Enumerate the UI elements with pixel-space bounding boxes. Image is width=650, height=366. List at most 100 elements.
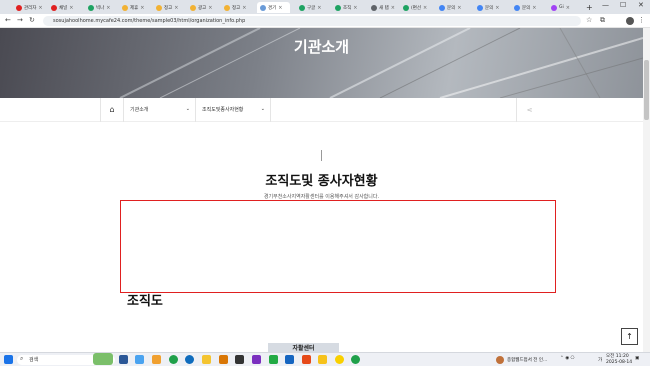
app-icon[interactable]: [152, 355, 161, 364]
tab-favicon-icon: [16, 4, 22, 11]
minimize-button[interactable]: —: [602, 1, 609, 9]
browser-tab[interactable]: Gi ×: [548, 2, 581, 13]
extensions-icon[interactable]: ⧉: [600, 16, 605, 25]
app-icon[interactable]: [318, 355, 327, 364]
tab-close-icon[interactable]: ×: [353, 5, 357, 11]
tab-close-icon[interactable]: ×: [423, 5, 427, 11]
tab-label: 제휴: [130, 5, 139, 11]
tab-label: 새 탭: [379, 5, 389, 11]
url-field[interactable]: sosujahoolhome.mycafe24.com/theme/sample…: [43, 16, 581, 26]
tab-close-icon[interactable]: ×: [242, 5, 246, 11]
clock-date: 2025-08-14: [606, 360, 633, 365]
tab-favicon-icon: [156, 4, 162, 11]
edge-icon[interactable]: [185, 355, 194, 364]
highlight-box: [120, 200, 556, 293]
browser-tab[interactable]: 채널 ×: [48, 2, 81, 13]
folder-icon[interactable]: [202, 355, 211, 364]
tab-favicon-icon: [51, 4, 57, 11]
tab-close-icon[interactable]: ×: [495, 5, 499, 11]
close-button[interactable]: ✕: [638, 1, 644, 9]
browser-tab[interactable]: 구글 ×: [296, 2, 329, 13]
chevron-down-icon: ⌄: [185, 106, 190, 112]
browser-tab[interactable]: 조직 ×: [332, 2, 365, 13]
tab-label: 문의: [485, 5, 494, 11]
tab-close-icon[interactable]: ×: [69, 5, 73, 11]
scrollbar[interactable]: [643, 28, 650, 352]
reload-icon[interactable]: ↻: [29, 16, 35, 24]
tab-favicon-icon: [122, 4, 128, 11]
section-title: 조직도및 종사자현황: [265, 174, 378, 189]
home-icon[interactable]: ⌂: [100, 98, 124, 122]
tab-favicon-icon: [224, 4, 230, 11]
tab-close-icon[interactable]: ×: [532, 5, 536, 11]
browser-tab[interactable]: 경기 ×: [257, 2, 290, 13]
tab-close-icon[interactable]: ×: [278, 5, 282, 11]
chrome-icon[interactable]: [169, 355, 178, 364]
app-icon[interactable]: [235, 355, 244, 364]
scroll-top-button[interactable]: ↑: [621, 328, 638, 345]
maximize-button[interactable]: ☐: [620, 1, 626, 9]
app-icon[interactable]: [219, 355, 228, 364]
new-tab-button[interactable]: +: [586, 2, 596, 13]
share-icon[interactable]: ⋖: [516, 98, 542, 122]
app-icon[interactable]: [302, 355, 311, 364]
browser-tab[interactable]: 문의 ×: [511, 2, 544, 13]
browser-tab[interactable]: 문의 ×: [474, 2, 507, 13]
tab-close-icon[interactable]: ×: [317, 5, 321, 11]
browser-tab[interactable]: 제휴 ×: [119, 2, 152, 13]
weather-widget-icon[interactable]: [93, 353, 113, 365]
kakaotalk-icon[interactable]: [335, 355, 344, 364]
browser-tab[interactable]: 빅나 ×: [85, 2, 118, 13]
tab-favicon-icon: [299, 4, 305, 11]
tab-close-icon[interactable]: ×: [140, 5, 144, 11]
org-chart-title: 조직도: [127, 294, 163, 309]
browser-tab[interactable]: 문의 ×: [436, 2, 469, 13]
tab-label: 문의: [447, 5, 456, 11]
news-icon: [496, 356, 504, 364]
app-icon[interactable]: [135, 355, 144, 364]
tab-close-icon[interactable]: ×: [174, 5, 178, 11]
profile-avatar[interactable]: [626, 17, 634, 25]
tab-label: 경기: [268, 5, 277, 11]
scrollbar-thumb[interactable]: [644, 60, 649, 120]
app-icon[interactable]: [285, 355, 294, 364]
tab-favicon-icon: [514, 4, 520, 11]
browser-tab[interactable]: 관리자 ×: [13, 2, 46, 13]
tab-favicon-icon: [260, 4, 266, 11]
news-ticker[interactable]: 종합웹드접서 전 인...: [507, 357, 547, 363]
breadcrumb-level2[interactable]: 조직도및종사자현황 ⌄: [196, 98, 271, 122]
app-icon[interactable]: [269, 355, 278, 364]
notification-icon[interactable]: ▣: [635, 356, 639, 361]
tab-close-icon[interactable]: ×: [391, 5, 395, 11]
tab-label: (편선: [411, 5, 422, 11]
browser-tab[interactable]: 광고 ×: [187, 2, 220, 13]
browser-tab[interactable]: 새 탭 ×: [368, 2, 401, 13]
tab-favicon-icon: [190, 4, 196, 11]
breadcrumb-level1[interactable]: 기관소개 ⌄: [124, 98, 196, 122]
back-icon[interactable]: ←: [5, 16, 11, 24]
star-icon[interactable]: ☆: [586, 16, 592, 24]
tab-close-icon[interactable]: ×: [457, 5, 461, 11]
app-icon[interactable]: [252, 355, 261, 364]
search-icon: ⌕: [20, 355, 24, 362]
chevron-down-icon: ⌄: [260, 106, 265, 112]
tray-icons[interactable]: ⌃ ◉ ⎔: [560, 356, 575, 361]
hero-banner: 기관소개: [0, 28, 643, 98]
tab-close-icon[interactable]: ×: [566, 5, 570, 11]
tab-label: 채널: [59, 5, 68, 11]
browser-tab[interactable]: 정고 ×: [221, 2, 254, 13]
tab-close-icon[interactable]: ×: [208, 5, 212, 11]
tab-close-icon[interactable]: ×: [106, 5, 110, 11]
section-divider: [321, 150, 322, 161]
taskview-icon[interactable]: [119, 355, 128, 364]
menu-icon[interactable]: ⋮: [638, 16, 645, 24]
browser-tab[interactable]: 정고 ×: [153, 2, 186, 13]
section-subtitle: 경기부천소사지역자활센터를 이용해주셔서 감사합니다.: [263, 194, 380, 200]
clock-time: 오전 11:20: [606, 354, 629, 359]
ime-indicator[interactable]: 가: [598, 357, 602, 363]
tab-close-icon[interactable]: ×: [38, 5, 42, 11]
windows-start-icon[interactable]: [4, 355, 13, 364]
forward-icon[interactable]: →: [17, 16, 23, 24]
chrome-icon[interactable]: [351, 355, 360, 364]
browser-tab[interactable]: (편선 ×: [400, 2, 433, 13]
